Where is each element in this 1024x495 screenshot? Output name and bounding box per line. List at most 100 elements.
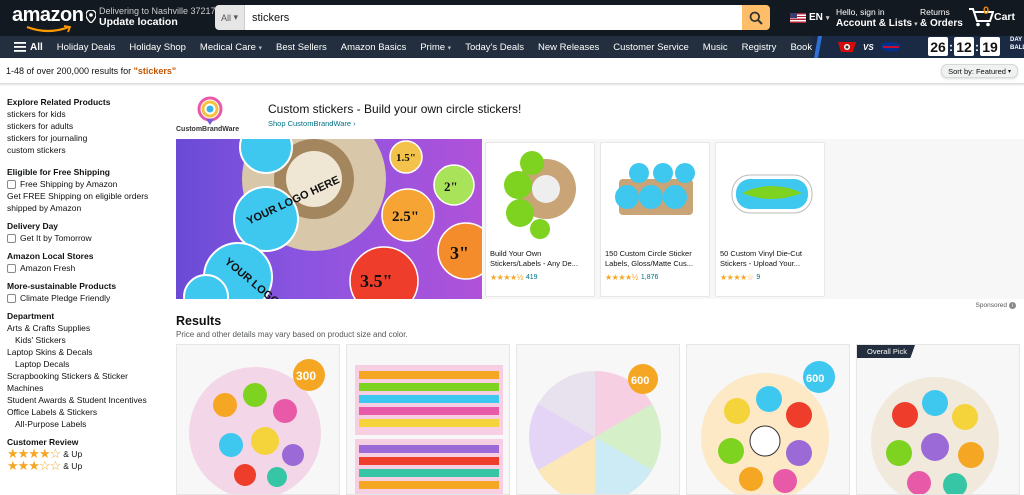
update-location: Update location — [99, 16, 178, 28]
related-link[interactable]: custom stickers — [7, 144, 162, 156]
character-stickers-image — [871, 377, 999, 494]
sticker-pack-image: 300 — [189, 359, 325, 494]
star-rating-icon: ★★★★½ — [490, 273, 523, 282]
nav-amazon-basics[interactable]: Amazon Basics — [341, 42, 406, 53]
climate-pledge-checkbox[interactable]: Climate Pledge Friendly — [7, 292, 162, 304]
deliver-line1: Delivering to Nashville 37217 — [99, 6, 216, 16]
sponsored-products-row: Build Your Own Stickers/Labels - Any De.… — [483, 139, 1024, 299]
department-link[interactable]: Kids' Stickers — [7, 334, 162, 346]
product-title[interactable]: 50 Custom Vinyl Die-Cut Stickers - Uploa… — [720, 249, 824, 269]
department-link[interactable]: Laptop Skins & Decals — [7, 346, 162, 358]
brand-name: CustomBrandWare — [176, 126, 240, 133]
count-tag: 600 — [806, 373, 824, 385]
shop-brand-link[interactable]: Shop CustomBrandWare › — [268, 119, 356, 128]
results-heading: Results — [176, 314, 222, 328]
nav-customer-service[interactable]: Customer Service — [613, 42, 689, 53]
department-link[interactable]: Student Awards & Student Incentives — [7, 394, 162, 406]
sticker-sheets-image — [355, 365, 503, 494]
results-info-bar: 1-48 of over 200,000 results for "sticke… — [0, 58, 1024, 84]
department-heading: Department — [7, 311, 55, 321]
game-side-text: DAY BALL — [1010, 37, 1024, 51]
game-promo[interactable]: VS 26: 12: 19 DAY BALL — [812, 36, 1024, 58]
banner-headline[interactable]: Custom stickers - Build your own circle … — [268, 102, 521, 116]
department-link[interactable]: All-Purpose Labels — [7, 418, 162, 430]
amazon-fresh-checkbox[interactable]: Amazon Fresh — [7, 262, 162, 274]
result-product-card[interactable] — [346, 344, 510, 495]
product-rating[interactable]: ★★★★½ 1,876 — [605, 273, 658, 282]
sponsored-product-card[interactable]: Build Your Own Stickers/Labels - Any De.… — [485, 142, 595, 297]
size-label-3: 3" — [450, 243, 469, 263]
sponsored-product-card[interactable]: 50 Custom Vinyl Die-Cut Stickers - Uploa… — [715, 142, 825, 297]
department-link[interactable]: Office Labels & Stickers — [7, 406, 162, 418]
size-label-2: 2" — [444, 179, 458, 194]
nav-new-releases[interactable]: New Releases — [538, 42, 599, 53]
sticker-roll-product-image — [504, 151, 576, 239]
result-product-card[interactable]: 300 — [176, 344, 340, 495]
cart-icon — [969, 8, 994, 27]
delivery-heading: Delivery Day — [7, 221, 59, 231]
nav-music[interactable]: Music — [703, 42, 728, 53]
nav-holiday-deals[interactable]: Holiday Deals — [57, 42, 116, 53]
countdown-clock: 26: 12: 19 — [928, 37, 1000, 56]
buccaneers-logo-icon — [838, 42, 856, 52]
nav-medical-care[interactable]: Medical Care ▾ — [200, 42, 262, 53]
nav-best-sellers[interactable]: Best Sellers — [276, 42, 327, 53]
nav-prime[interactable]: Prime ▾ — [420, 42, 451, 53]
hamburger-icon — [14, 42, 26, 52]
local-stores-heading: Amazon Local Stores — [7, 251, 94, 261]
nav-holiday-shop[interactable]: Holiday Shop — [129, 42, 186, 53]
department-link[interactable]: Laptop Decals — [7, 358, 162, 370]
product-rating[interactable]: ★★★★☆ 9 — [720, 273, 760, 282]
count-tag: 300 — [296, 369, 316, 383]
overall-pick-badge: Overall Pick — [857, 345, 916, 358]
sponsored-label[interactable]: Sponsored i — [976, 302, 1016, 309]
account-lists[interactable]: Hello, sign in Account & Lists ▾ — [836, 7, 918, 30]
top-nav: amazon Delivering to Nashville 37217 Upd… — [0, 0, 1024, 36]
filter-sidebar: Explore Related Products stickers for ki… — [7, 96, 162, 478]
vs-label: VS — [863, 42, 874, 52]
search-button[interactable] — [742, 5, 770, 30]
three-stars-up-filter[interactable]: ★★★☆☆ & Up — [7, 459, 162, 472]
product-rating[interactable]: ★★★★½ 419 — [490, 273, 538, 282]
cart-label: Cart — [994, 11, 1016, 23]
result-product-card[interactable]: 600 — [686, 344, 850, 495]
related-link[interactable]: stickers for adults — [7, 120, 162, 132]
sticker-wheel-image: 600 — [529, 364, 661, 494]
amazon-logo[interactable]: amazon — [12, 5, 84, 33]
size-label-3-5: 3.5" — [360, 271, 393, 291]
sort-dropdown[interactable]: Sort by: Featured ▾ — [941, 64, 1018, 78]
hero-banner-image[interactable]: YOUR LOGO HERE YOUR LOGO HERE 1.5" 2" 2.… — [176, 139, 482, 299]
nav-todays-deals[interactable]: Today's Deals — [465, 42, 524, 53]
search-input[interactable] — [245, 5, 742, 30]
all-menu-button[interactable]: All — [14, 42, 43, 53]
result-product-card[interactable]: 600 — [516, 344, 680, 495]
product-title[interactable]: 150 Custom Circle Sticker Labels, Gloss/… — [605, 249, 709, 269]
smile-arrow-icon — [26, 25, 72, 33]
deliver-to[interactable]: Delivering to Nashville 37217 Update loc… — [86, 6, 216, 28]
sponsored-product-card[interactable]: 150 Custom Circle Sticker Labels, Gloss/… — [600, 142, 710, 297]
main-nav: All Holiday Deals Holiday Shop Medical C… — [0, 36, 1024, 58]
department-link[interactable]: Scrapbooking Stickers & Sticker Machines — [7, 370, 162, 394]
animal-stickers-image: 600 — [701, 361, 835, 494]
star-rating-icon: ★★★★½ — [605, 273, 638, 282]
star-rating-icon: ★★★★☆ — [720, 273, 754, 282]
tomorrow-checkbox[interactable]: Get It by Tomorrow — [7, 232, 162, 244]
info-icon: i — [1009, 302, 1016, 309]
search-category-select[interactable]: All ▾ — [215, 5, 245, 30]
search-icon — [749, 11, 763, 25]
language-selector[interactable]: EN ▾ — [790, 12, 829, 23]
department-link[interactable]: Arts & Crafts Supplies — [7, 322, 162, 334]
shipping-heading: Eligible for Free Shipping — [7, 167, 110, 177]
die-cut-sticker-product-image — [731, 174, 813, 214]
product-title[interactable]: Build Your Own Stickers/Labels - Any De.… — [490, 249, 594, 269]
returns-orders[interactable]: Returns & Orders — [920, 7, 963, 29]
sustainable-heading: More-sustainable Products — [7, 281, 117, 291]
cart-button[interactable]: 0 Cart — [968, 5, 1015, 27]
results-subtext: Price and other details may vary based o… — [176, 330, 408, 339]
related-link[interactable]: stickers for journaling — [7, 132, 162, 144]
result-product-card[interactable]: Overall Pick — [856, 344, 1020, 495]
nav-registry[interactable]: Registry — [742, 42, 777, 53]
bills-logo-icon — [880, 42, 901, 52]
related-link[interactable]: stickers for kids — [7, 108, 162, 120]
free-shipping-checkbox[interactable]: Free Shipping by Amazon — [7, 178, 162, 190]
